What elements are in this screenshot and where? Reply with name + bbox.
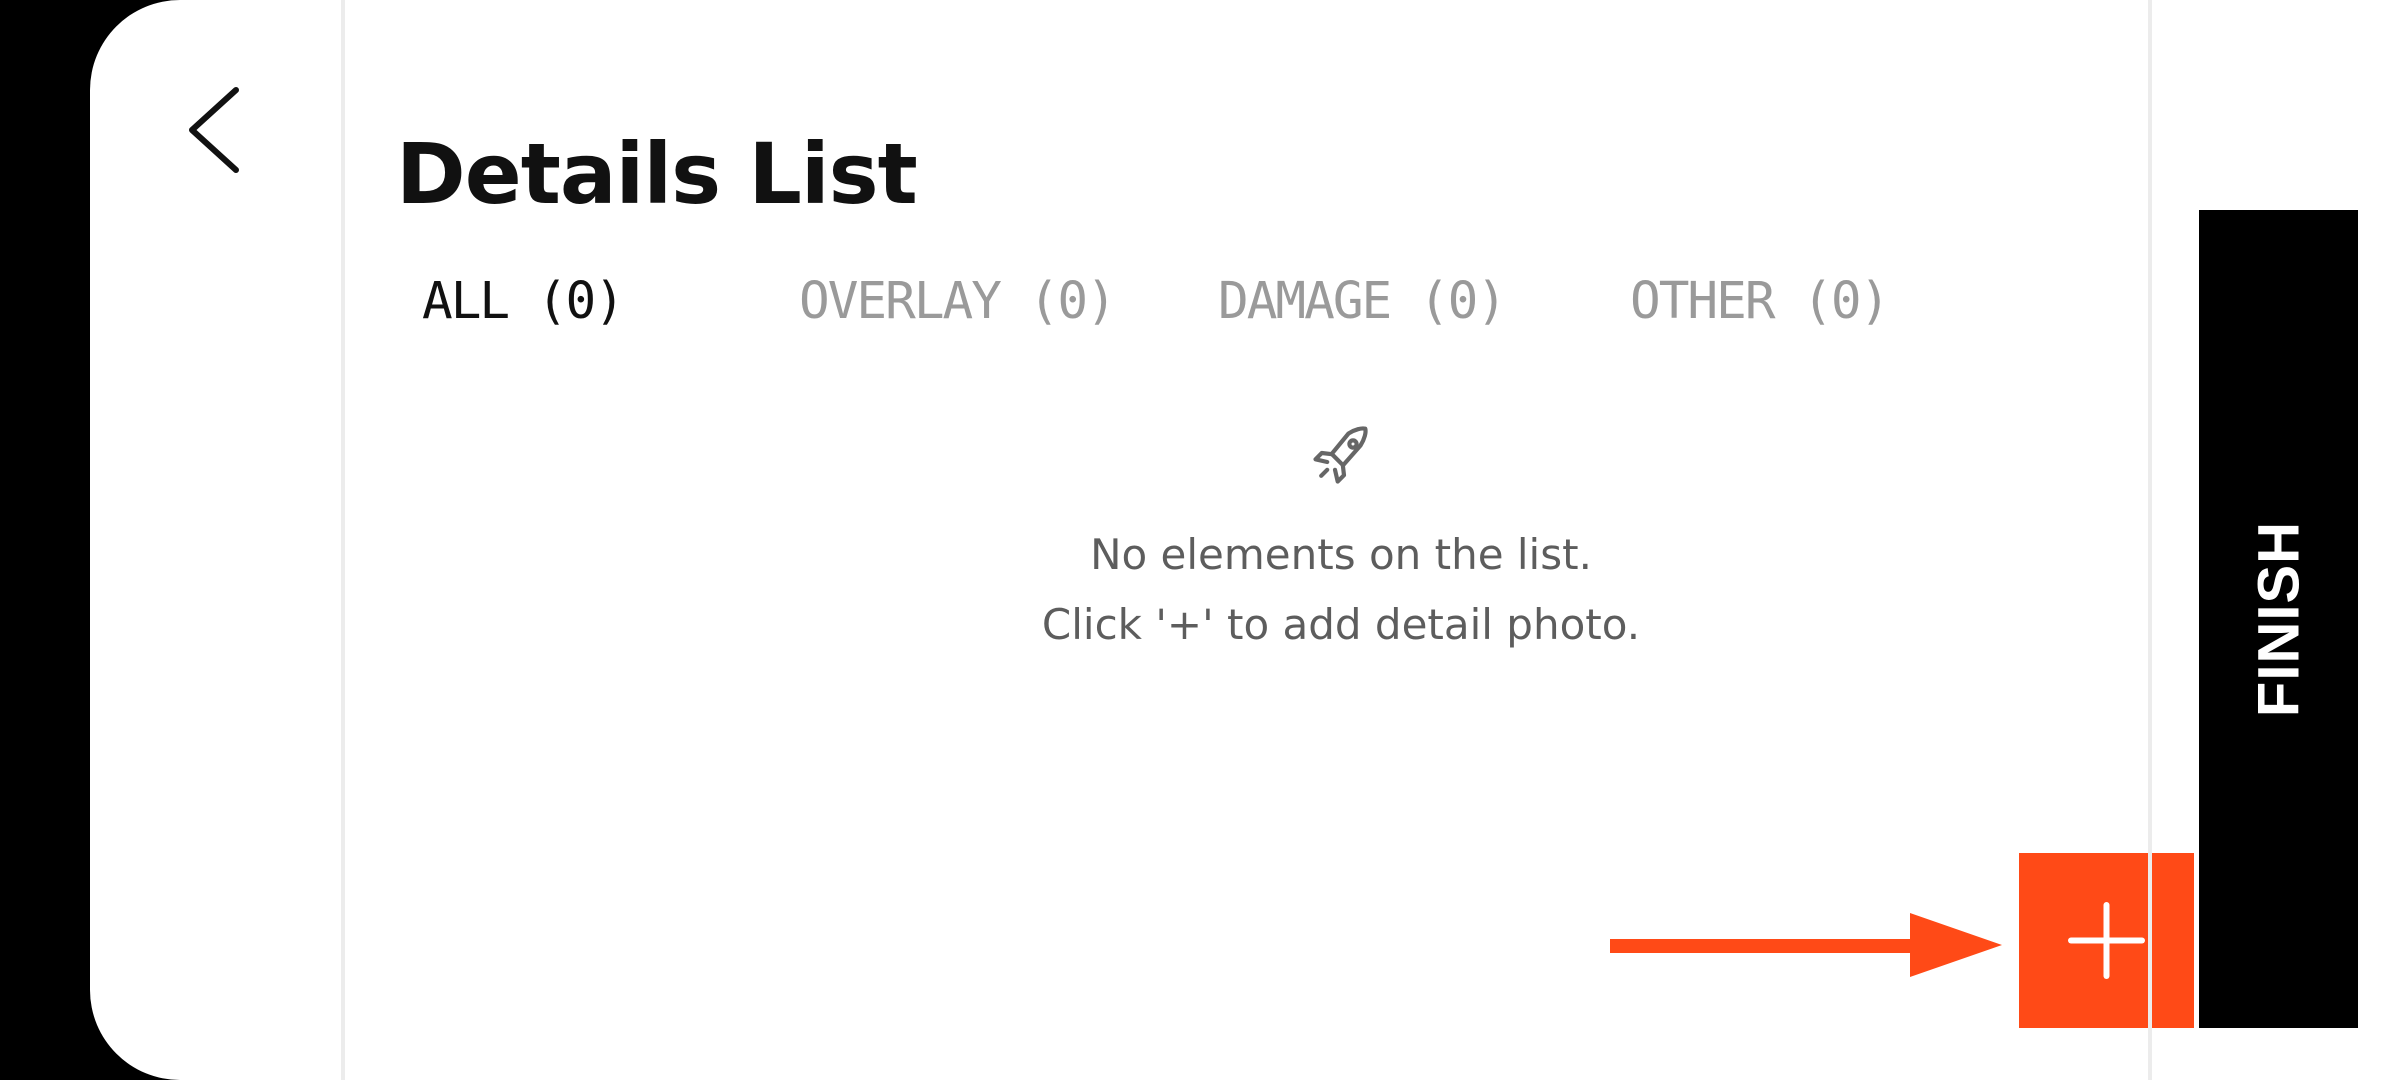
chevron-left-icon (189, 87, 239, 173)
divider (2148, 0, 2152, 1080)
rocket-icon (1305, 420, 1377, 492)
finish-label: FINISH (2246, 520, 2311, 718)
app-screen: Details List ALL (0) OVERLAY (0) DAMAGE … (90, 0, 2400, 1080)
back-button[interactable] (180, 80, 252, 180)
tab-damage[interactable]: DAMAGE (0) (1218, 272, 1507, 331)
add-detail-button[interactable] (2019, 853, 2194, 1028)
finish-button[interactable]: FINISH (2199, 210, 2358, 1028)
tab-overlay[interactable]: OVERLAY (0) (799, 272, 1117, 331)
main-content: Details List ALL (0) OVERLAY (0) DAMAGE … (345, 0, 2194, 1080)
tab-all[interactable]: ALL (0) (422, 272, 625, 331)
tab-other[interactable]: OTHER (0) (1630, 272, 1890, 331)
left-rail (90, 0, 345, 1080)
arrow-right-icon (1610, 908, 2002, 982)
page-title: Details List (396, 125, 918, 223)
plus-icon (2068, 902, 2145, 979)
empty-state-hint: Click '+' to add detail photo. (1041, 600, 1641, 649)
empty-state-message: No elements on the list. (1090, 530, 1592, 579)
